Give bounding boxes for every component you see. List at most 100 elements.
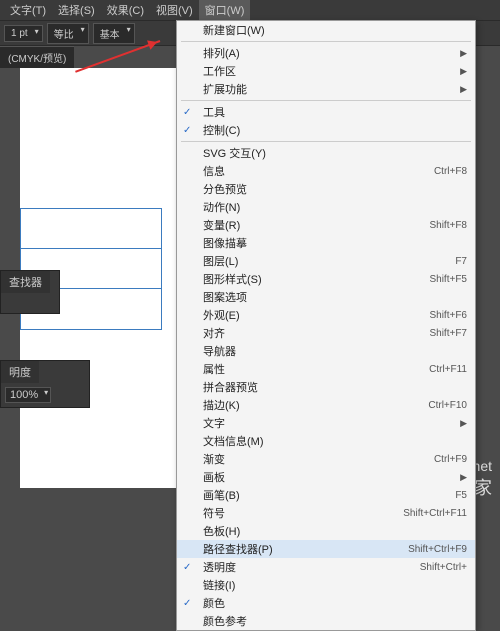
menu-item[interactable]: 拼合器预览 [177, 378, 475, 396]
menu-item[interactable]: 渐变 Ctrl+F9 [177, 450, 475, 468]
menu-item[interactable]: 对齐 Shift+F7 [177, 324, 475, 342]
submenu-arrow-icon: ▶ [460, 66, 467, 77]
menu-item[interactable]: 图形样式(S) Shift+F5 [177, 270, 475, 288]
menu-separator [181, 100, 471, 101]
menu-item-label: 颜色 [203, 595, 225, 611]
menu-item[interactable]: 外观(E) Shift+F6 [177, 306, 475, 324]
menu-item[interactable]: ✓透明度Shift+Ctrl+ [177, 558, 475, 576]
menu-item[interactable]: 路径查找器(P) Shift+Ctrl+F9 [177, 540, 475, 558]
menu-item[interactable]: 视图(V) [150, 0, 199, 20]
menu-item[interactable]: 描边(K) Ctrl+F10 [177, 396, 475, 414]
menu-item[interactable]: ✓控制(C) [177, 121, 475, 139]
shortcut-label: Ctrl+F10 [428, 400, 467, 411]
menu-item[interactable]: 动作(N) [177, 198, 475, 216]
menu-item-label: 信息 [203, 163, 225, 179]
menu-item[interactable]: 窗口(W) [199, 0, 251, 20]
check-icon: ✓ [183, 562, 191, 573]
stroke-weight-dropdown[interactable]: 1 pt [4, 25, 43, 42]
menu-item[interactable]: 图案选项 [177, 288, 475, 306]
menu-item-label: 路径查找器(P) [203, 541, 273, 557]
shortcut-label: Shift+F5 [429, 274, 467, 285]
menu-item[interactable]: 色板(H) [177, 522, 475, 540]
submenu-arrow-icon: ▶ [460, 418, 467, 429]
menu-item[interactable]: 工作区 ▶ [177, 62, 475, 80]
menu-item-label: 工作区 [203, 63, 236, 79]
menu-item[interactable]: 选择(S) [52, 0, 101, 20]
menu-item-label: 颜色参考 [203, 613, 247, 629]
menu-item[interactable]: 文字(T) [4, 0, 52, 20]
panel-body [1, 293, 59, 313]
shortcut-label: Shift+F7 [429, 328, 467, 339]
submenu-arrow-icon: ▶ [460, 472, 467, 483]
menu-item-label: 文字 [203, 415, 225, 431]
menu-item-label: 外观(E) [203, 307, 240, 323]
menu-item[interactable]: 图像描摹 [177, 234, 475, 252]
menu-item-label: 变量(R) [203, 217, 240, 233]
menu-item[interactable]: 导航器 [177, 342, 475, 360]
menu-item[interactable]: 新建窗口(W) [177, 21, 475, 39]
menu-item-label: 文档信息(M) [203, 433, 264, 449]
submenu-arrow-icon: ▶ [460, 84, 467, 95]
menu-item[interactable]: 扩展功能 ▶ [177, 80, 475, 98]
menu-item-label: 属性 [203, 361, 225, 377]
menu-item-label: 新建窗口(W) [203, 22, 265, 38]
menu-item[interactable]: SVG 交互(Y) [177, 144, 475, 162]
menu-item-label: 图形样式(S) [203, 271, 262, 287]
rect-shape[interactable] [21, 209, 161, 249]
menu-item-label: 色板(H) [203, 523, 240, 539]
menu-item-label: 工具 [203, 104, 225, 120]
menu-item[interactable]: ✓颜色 [177, 594, 475, 612]
shortcut-label: Shift+F8 [429, 220, 467, 231]
panel-tab[interactable]: 明度 [1, 361, 39, 383]
menu-item-label: 渐变 [203, 451, 225, 467]
menu-item[interactable]: 颜色参考 [177, 612, 475, 630]
menu-item[interactable]: ✓工具 [177, 103, 475, 121]
menu-item[interactable]: 信息 Ctrl+F8 [177, 162, 475, 180]
menu-separator [181, 41, 471, 42]
panel-body: 100% [1, 383, 89, 407]
shortcut-label: Ctrl+F8 [434, 166, 467, 177]
panel-tab[interactable]: 查找器 [1, 271, 50, 293]
menu-item-label: 图案选项 [203, 289, 247, 305]
menu-item-label: 描边(K) [203, 397, 240, 413]
submenu-arrow-icon: ▶ [460, 48, 467, 59]
menu-item-label: 链接(I) [203, 577, 235, 593]
menu-item[interactable]: 画笔(B) F5 [177, 486, 475, 504]
menu-item[interactable]: 分色预览 [177, 180, 475, 198]
shortcut-label: Shift+Ctrl+F11 [403, 508, 467, 519]
opacity-value-dropdown[interactable]: 100% [5, 387, 51, 403]
menu-item[interactable]: 文档信息(M) [177, 432, 475, 450]
menu-item[interactable]: 变量(R) Shift+F8 [177, 216, 475, 234]
menu-item[interactable]: 链接(I) [177, 576, 475, 594]
menu-item-label: 画笔(B) [203, 487, 240, 503]
window-menu-dropdown: 新建窗口(W)排列(A)▶工作区▶扩展功能▶✓工具✓控制(C)SVG 交互(Y)… [176, 20, 476, 631]
shortcut-label: Shift+Ctrl+ [420, 562, 467, 573]
menu-item-label: 符号 [203, 505, 225, 521]
menu-item[interactable]: 属性 Ctrl+F11 [177, 360, 475, 378]
menu-item[interactable]: 画板▶ [177, 468, 475, 486]
shortcut-label: F5 [455, 490, 467, 501]
menu-item[interactable]: 符号 Shift+Ctrl+F11 [177, 504, 475, 522]
shortcut-label: Shift+F6 [429, 310, 467, 321]
document-tab-label: (CMYK/预览) [0, 46, 74, 68]
menu-item[interactable]: 效果(C) [101, 0, 150, 20]
opacity-panel[interactable]: 明度 100% [0, 360, 90, 408]
shortcut-label: Ctrl+F11 [429, 364, 467, 375]
pathfinder-panel[interactable]: 查找器 [0, 270, 60, 314]
scale-dropdown[interactable]: 等比 [47, 23, 89, 44]
menu-item[interactable]: 排列(A) ▶ [177, 44, 475, 62]
menu-item[interactable]: 文字 ▶ [177, 414, 475, 432]
shortcut-label: Ctrl+F9 [434, 454, 467, 465]
menu-item[interactable]: 图层(L) F7 [177, 252, 475, 270]
menu-item-label: 动作(N) [203, 199, 240, 215]
shortcut-label: F7 [455, 256, 467, 267]
menu-item-label: 扩展功能 [203, 81, 247, 97]
menu-item-label: 对齐 [203, 325, 225, 341]
shortcut-label: Shift+Ctrl+F9 [408, 544, 467, 555]
menu-item-label: 图层(L) [203, 253, 238, 269]
menu-item-label: 排列(A) [203, 45, 240, 61]
menu-item-label: SVG 交互(Y) [203, 145, 266, 161]
menu-item-label: 导航器 [203, 343, 236, 359]
profile-dropdown[interactable]: 基本 [93, 23, 135, 44]
menu-item-label: 控制(C) [203, 122, 240, 138]
